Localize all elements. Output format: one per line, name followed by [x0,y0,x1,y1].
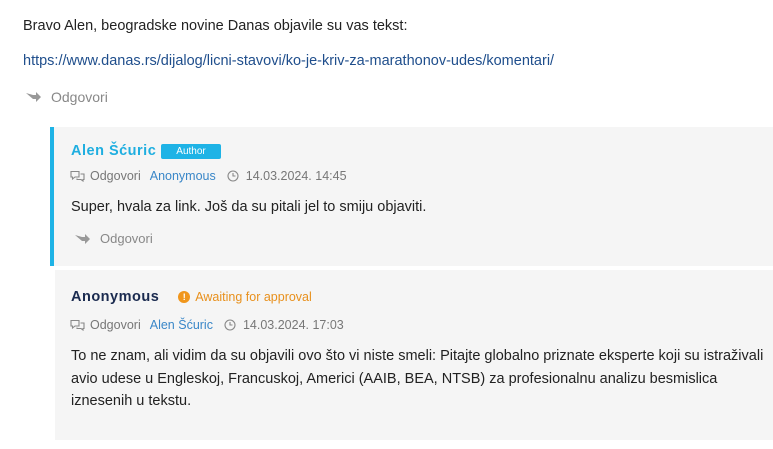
warning-icon: ! [178,291,191,303]
reply-label: Odgovori [51,89,108,105]
meta-reply-link[interactable]: Odgovori [90,169,141,183]
comment-timestamp[interactable]: 14.03.2024. 17:03 [243,318,344,332]
clock-icon [227,170,239,182]
reply-arrow-icon [75,233,90,244]
author-badge: Author [161,143,221,159]
reply-comment-anonymous: Anonymous ! Awaiting for approval Odgovo… [55,270,773,440]
comment-timestamp[interactable]: 14.03.2024. 14:45 [246,169,347,183]
reply-to-user[interactable]: Anonymous [150,169,216,183]
comment-author-name: Anonymous [71,289,160,305]
clock-icon [224,319,236,331]
comment-bubbles-icon [70,170,85,182]
comment-body: Super, hvala za link. Još da su pitali j… [71,199,427,215]
reply-button[interactable]: Odgovori [25,89,108,105]
moderation-status-label: Awaiting for approval [195,290,312,304]
comment-body: To ne znam, ali vidim da su objavili ovo… [71,348,764,409]
moderation-status: ! Awaiting for approval [178,290,312,304]
reply-label: Odgovori [100,231,153,246]
article-link[interactable]: https://www.danas.rs/dijalog/licni-stavo… [23,53,554,69]
reply-arrow-icon [26,92,41,102]
reply-to-user[interactable]: Alen Šćuric [150,318,213,332]
comment-bubbles-icon [70,319,85,331]
comment-author-name[interactable]: Alen Šćuric [71,143,156,159]
reply-button[interactable]: Odgovori [74,231,153,246]
comment-text: Bravo Alen, beogradske novine Danas obja… [23,18,408,34]
meta-reply-link[interactable]: Odgovori [90,318,141,332]
reply-comment-author: Alen Šćuric Author Odgovori Anonymous 14… [50,127,773,266]
